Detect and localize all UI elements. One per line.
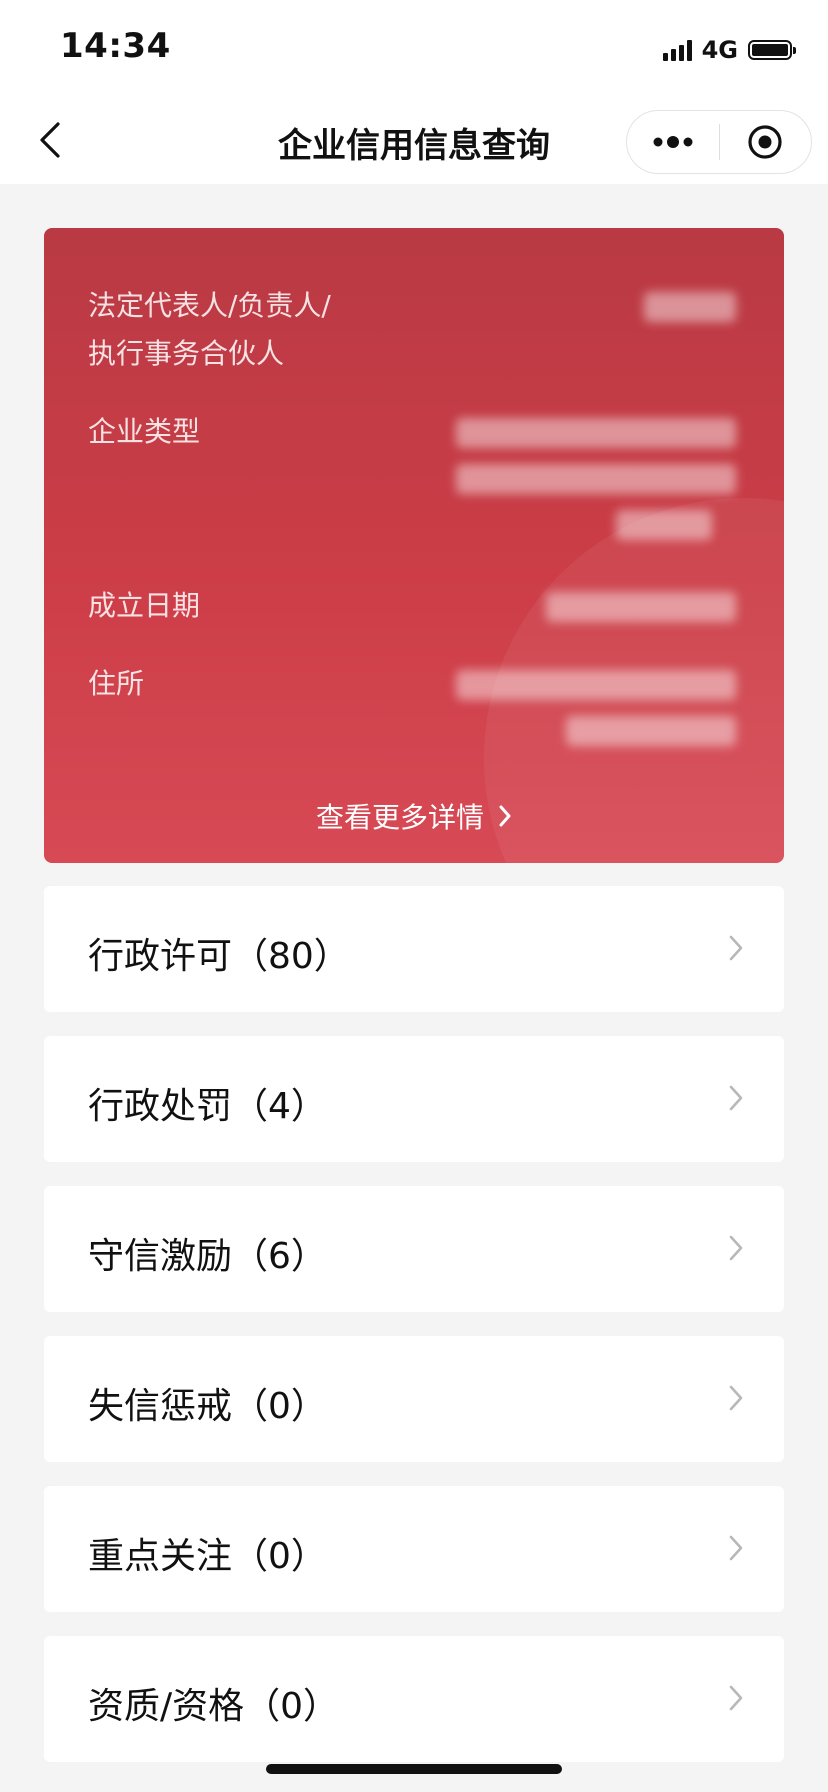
more-dots-icon [653, 136, 693, 148]
list-item-label: 行政处罚（4） [88, 1086, 327, 1127]
list-item-credit-incentive[interactable]: 守信激励（6） [44, 1186, 784, 1312]
company-type-value-redacted [616, 510, 712, 540]
legal-rep-value-redacted [644, 292, 736, 322]
battery-icon [748, 40, 796, 60]
mini-program-capsule [626, 110, 812, 174]
legal-rep-label-line1: 法定代表人/负责人/ [88, 289, 331, 322]
home-indicator [266, 1764, 562, 1774]
address-value-redacted [566, 716, 736, 746]
list-item-qualification[interactable]: 资质/资格（0） [44, 1636, 784, 1762]
more-details-link[interactable]: 查看更多详情 [44, 796, 784, 836]
company-type-value-redacted [456, 464, 736, 494]
more-details-label: 查看更多详情 [315, 801, 484, 834]
more-button[interactable] [627, 111, 719, 173]
established-date-label: 成立日期 [88, 589, 201, 622]
chevron-right-icon [729, 1085, 743, 1111]
signal-icon [662, 39, 692, 61]
list-item-key-attention[interactable]: 重点关注（0） [44, 1486, 784, 1612]
address-value-redacted [456, 670, 736, 700]
list-item-label: 守信激励（6） [88, 1236, 327, 1277]
status-time: 14:34 [60, 26, 171, 66]
chevron-right-icon [499, 805, 511, 827]
chevron-right-icon [729, 935, 743, 961]
status-indicators: 4G [662, 36, 796, 64]
target-circle-icon [748, 125, 782, 159]
list-item-administrative-penalty[interactable]: 行政处罚（4） [44, 1036, 784, 1162]
nav-bar: 企业信用信息查询 [0, 96, 828, 184]
list-item-dishonesty-punishment[interactable]: 失信惩戒（0） [44, 1336, 784, 1462]
list-item-label: 行政许可（80） [88, 936, 350, 977]
list-item-label: 失信惩戒（0） [88, 1386, 327, 1427]
chevron-right-icon [729, 1535, 743, 1561]
status-bar: 14:34 4G [0, 0, 828, 96]
company-type-label: 企业类型 [88, 415, 201, 448]
company-type-value-redacted [456, 418, 736, 448]
established-date-value-redacted [546, 592, 736, 622]
legal-rep-label-line2: 执行事务合伙人 [88, 337, 285, 370]
chevron-right-icon [729, 1685, 743, 1711]
chevron-right-icon [729, 1235, 743, 1261]
list-item-administrative-license[interactable]: 行政许可（80） [44, 886, 784, 1012]
enterprise-info-card: 法定代表人/负责人/ 执行事务合伙人 企业类型 成立日期 住所 查看更多详情 [44, 228, 784, 863]
list-item-label: 重点关注（0） [88, 1536, 327, 1577]
chevron-right-icon [729, 1385, 743, 1411]
network-type: 4G [701, 36, 738, 64]
list-item-label: 资质/资格（0） [88, 1686, 340, 1727]
close-mini-program-button[interactable] [720, 111, 812, 173]
address-label: 住所 [88, 667, 145, 700]
